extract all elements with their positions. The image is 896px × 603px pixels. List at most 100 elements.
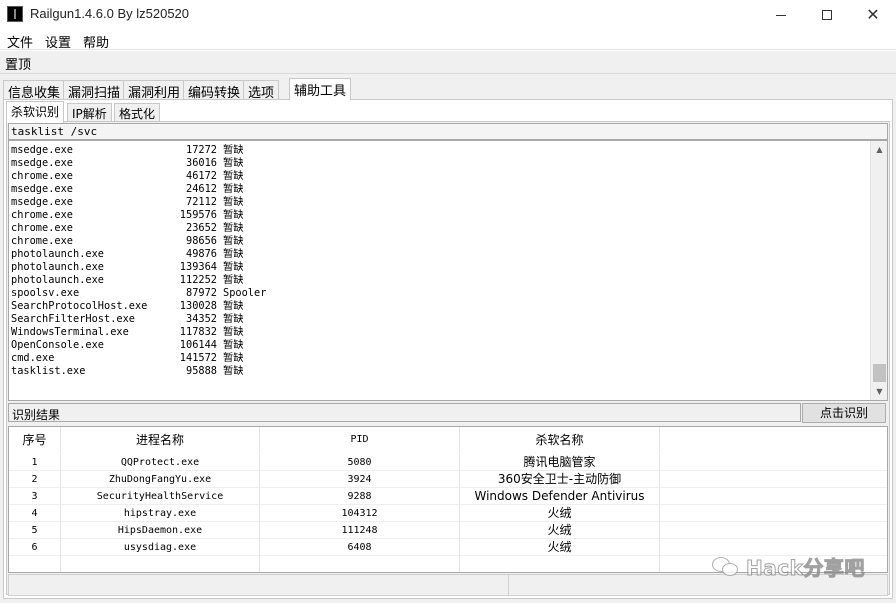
vertical-scrollbar[interactable]: ▲ ▼: [870, 141, 887, 400]
process-name: photolaunch.exe: [11, 261, 104, 273]
column-header[interactable]: 杀软名称: [460, 427, 660, 453]
column-header[interactable]: [660, 427, 887, 453]
process-pid: 46172: [186, 170, 217, 182]
table-cell: hipstray.exe: [61, 505, 260, 522]
table-cell: 1: [9, 454, 61, 471]
process-pid: 23652: [186, 222, 217, 234]
subtab-ip-parse[interactable]: IP解析: [67, 103, 112, 123]
tasklist-output[interactable]: msedge.exe 17272 暂缺 msedge.exe 36016 暂缺 chrome…: [8, 140, 888, 401]
table-cell: QQProtect.exe: [61, 454, 260, 471]
process-service: 暂缺: [223, 261, 244, 273]
close-button[interactable]: ✕: [850, 0, 896, 30]
table-cell: [9, 556, 61, 572]
result-table: 序号 进程名称 PID 杀软名称 1 QQProtect.exe 5080 腾讯电脑管…: [8, 426, 888, 573]
process-name: chrome.exe: [11, 170, 73, 182]
table-cell: [260, 556, 460, 572]
table-cell: 3: [9, 488, 61, 505]
scroll-down-icon[interactable]: ▼: [871, 383, 887, 400]
process-name: chrome.exe: [11, 235, 73, 247]
process-name: chrome.exe: [11, 209, 73, 221]
subtab-av-detect[interactable]: 杀软识别: [6, 101, 65, 123]
maximize-icon: [822, 10, 832, 20]
process-name: photolaunch.exe: [11, 274, 104, 286]
process-pid: 95888: [186, 365, 217, 377]
table-cell: usysdiag.exe: [61, 539, 260, 556]
watermark-text: Hack分享吧: [746, 556, 865, 581]
table-cell: 4: [9, 505, 61, 522]
table-cell: Windows Defender Antivirus: [460, 488, 660, 505]
table-cell: 火绒: [460, 505, 660, 522]
process-name: msedge.exe: [11, 157, 73, 169]
scroll-thumb[interactable]: [873, 364, 886, 382]
wechat-icon: [712, 555, 742, 579]
minimize-icon: [776, 14, 786, 16]
table-cell: 9288: [260, 488, 460, 505]
tab-info-gathering[interactable]: 信息收集: [3, 80, 66, 101]
process-pid: 24612: [186, 183, 217, 195]
process-pid: 117832: [179, 326, 217, 338]
menu-file[interactable]: 文件: [7, 32, 33, 51]
tab-aux-tools[interactable]: 辅助工具: [289, 78, 352, 100]
tab-encoding[interactable]: 编码转换: [183, 80, 246, 101]
table-cell: 2: [9, 471, 61, 488]
close-icon: ✕: [866, 5, 880, 24]
process-name: WindowsTerminal.exe: [11, 326, 129, 338]
command-field[interactable]: tasklist /svc: [8, 123, 888, 140]
status-divider: [508, 575, 509, 595]
table-cell: ZhuDongFangYu.exe: [61, 471, 260, 488]
process-name: chrome.exe: [11, 222, 73, 234]
process-pid: 130028: [179, 300, 217, 312]
table-row[interactable]: 5 HipsDaemon.exe 111248 火绒: [9, 522, 887, 539]
app-icon: [7, 6, 23, 22]
process-pid: 106144: [179, 339, 217, 351]
process-service: 暂缺: [223, 183, 244, 195]
process-name: tasklist.exe: [11, 365, 86, 377]
tab-options[interactable]: 选项: [243, 80, 280, 101]
watermark: Hack分享吧: [712, 552, 865, 581]
table-cell: 360安全卫士-主动防御: [460, 471, 660, 488]
column-header[interactable]: 进程名称: [61, 427, 260, 453]
menu-settings[interactable]: 设置: [45, 32, 71, 51]
identify-button[interactable]: 点击识别: [802, 403, 886, 423]
process-service: 暂缺: [223, 144, 244, 156]
table-cell: [660, 454, 887, 471]
tab-vuln-scan[interactable]: 漏洞扫描: [63, 80, 126, 101]
table-row[interactable]: 1 QQProtect.exe 5080 腾讯电脑管家: [9, 454, 887, 471]
table-cell: [61, 556, 260, 572]
minimize-button[interactable]: [758, 0, 804, 30]
table-cell: 火绒: [460, 522, 660, 539]
process-name: msedge.exe: [11, 144, 73, 156]
maximize-button[interactable]: [804, 0, 850, 30]
table-cell: 腾讯电脑管家: [460, 454, 660, 471]
table-cell: [460, 556, 660, 572]
process-name: SearchFilterHost.exe: [11, 313, 135, 325]
table-cell: 6408: [260, 539, 460, 556]
process-service: 暂缺: [223, 274, 244, 286]
column-header[interactable]: 序号: [9, 427, 61, 453]
process-service: 暂缺: [223, 352, 244, 364]
pin-on-top-label[interactable]: 置顶: [5, 54, 31, 73]
table-cell: [660, 522, 887, 539]
process-service: 暂缺: [223, 196, 244, 208]
menu-bar: 文件 设置 帮助: [0, 30, 896, 51]
subtab-format[interactable]: 格式化: [114, 103, 161, 123]
table-cell: 5: [9, 522, 61, 539]
table-cell: 火绒: [460, 539, 660, 556]
table-row[interactable]: 4 hipstray.exe 104312 火绒: [9, 505, 887, 522]
table-cell: [660, 505, 887, 522]
process-service: 暂缺: [223, 235, 244, 247]
table-cell: [660, 471, 887, 488]
table-cell: 5080: [260, 454, 460, 471]
tab-vuln-exploit[interactable]: 漏洞利用: [123, 80, 186, 101]
table-row[interactable]: 2 ZhuDongFangYu.exe 3924 360安全卫士-主动防御: [9, 471, 887, 488]
title-bar: Railgun1.4.6.0 By lz520520 ✕: [0, 0, 896, 30]
process-pid: 98656: [186, 235, 217, 247]
process-service: 暂缺: [223, 326, 244, 338]
scroll-up-icon[interactable]: ▲: [871, 141, 887, 158]
column-header[interactable]: PID: [260, 427, 460, 453]
table-row[interactable]: 3 SecurityHealthService 9288 Windows Defend…: [9, 488, 887, 505]
process-service: Spooler: [223, 287, 267, 299]
process-service: 暂缺: [223, 248, 244, 260]
process-service: 暂缺: [223, 313, 244, 325]
menu-help[interactable]: 帮助: [83, 32, 109, 51]
